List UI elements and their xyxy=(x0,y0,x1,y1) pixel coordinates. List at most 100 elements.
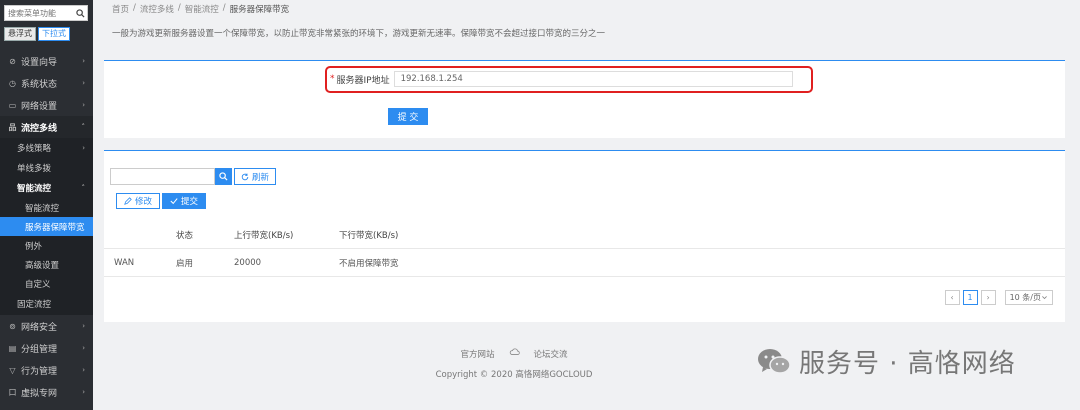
footer-link-official-site[interactable]: 官方网站 xyxy=(460,348,494,360)
sidebar-item-behavior-management[interactable]: ▽ 行为管理 › xyxy=(0,359,93,381)
chevron-up-icon: ˄ xyxy=(81,184,86,192)
chevron-right-icon: › xyxy=(82,144,85,152)
page-size-select[interactable]: 10 条/页 xyxy=(1004,290,1053,305)
chevron-right-icon: › xyxy=(82,322,85,330)
cell-status: 启用 xyxy=(176,258,194,269)
server-ip-row: * 服务器IP地址 xyxy=(330,71,793,87)
page-description: 一般为游戏更新服务器设置一个保障带宽，以防止带宽非常紧张的环境下，游戏更新无速率… xyxy=(112,29,606,39)
column-header-status: 状态 xyxy=(176,230,194,241)
bandwidth-table: 状态 上行带宽(KB/s) 下行带宽(KB/s) WAN 启用 20000 不启… xyxy=(104,221,1065,277)
form-submit-button[interactable]: 提 交 xyxy=(388,108,428,125)
sidebar-subitem-advanced[interactable]: 高级设置 xyxy=(0,255,93,274)
refresh-button[interactable]: 刷新 xyxy=(234,168,277,185)
watermark: 服务号 · 高恪网络 xyxy=(757,343,1016,380)
submit-label: 提交 xyxy=(181,197,199,207)
refresh-icon xyxy=(241,173,249,180)
mode-float-button[interactable]: 悬浮式 xyxy=(4,27,36,41)
edit-label: 修改 xyxy=(135,197,153,207)
breadcrumb-flow-control[interactable]: 流控多线 xyxy=(140,3,174,15)
page-size-value: 10 条/页 xyxy=(1009,293,1041,302)
sidebar-menu: ⊘ 设置向导 › ◷ 系统状态 › ▭ 网络设置 › 品 流控多线 ˄ 多线策略… xyxy=(0,50,93,403)
server-ip-input[interactable] xyxy=(393,71,793,87)
table-header-row: 状态 上行带宽(KB/s) 下行带宽(KB/s) xyxy=(104,221,1065,249)
pagination: ‹ 1 › 10 条/页 xyxy=(944,290,1053,305)
sidebar-item-label: 分组管理 xyxy=(21,344,58,355)
sidebar-submenu: 多线策略 › 单线多拨 智能流控 ˄ 智能流控 服务器保障带宽 例外 高级设置 … xyxy=(0,138,93,315)
page-number-current[interactable]: 1 xyxy=(962,290,978,305)
chevron-up-icon: ˄ xyxy=(81,123,86,131)
sidebar-item-network-security[interactable]: ⊚ 网络安全 › xyxy=(0,315,93,337)
search-icon[interactable] xyxy=(215,168,232,185)
table-search-input[interactable] xyxy=(110,168,215,185)
sidebar-item-network-settings[interactable]: ▭ 网络设置 › xyxy=(0,94,93,116)
sidebar-item-label: 虚拟专网 xyxy=(21,388,58,399)
cell-interface: WAN xyxy=(114,257,135,268)
breadcrumb-separator: / xyxy=(222,3,226,13)
sidebar-subitem-fixed-flow[interactable]: 固定流控 xyxy=(0,293,93,315)
sidebar-submenu-level2: 智能流控 服务器保障带宽 例外 高级设置 自定义 xyxy=(0,198,93,293)
cell-download: 不启用保障带宽 xyxy=(339,258,399,269)
filter-icon: ▽ xyxy=(9,365,16,375)
sidebar-item-label: 设置向导 xyxy=(21,57,58,68)
table-actions: 修改 提交 xyxy=(116,193,207,209)
required-mark: * xyxy=(330,74,335,84)
chevron-right-icon: › xyxy=(82,344,85,352)
sidebar-subitem-multiline-policy[interactable]: 多线策略 › xyxy=(0,138,93,158)
sidebar-subitem-smart-flow-control[interactable]: 智能流控 xyxy=(0,198,93,217)
sidebar-subitem-exceptions[interactable]: 例外 xyxy=(0,236,93,255)
sidebar-item-setup-wizard[interactable]: ⊘ 设置向导 › xyxy=(0,50,93,72)
refresh-label: 刷新 xyxy=(252,172,270,183)
sidebar-item-label: 网络安全 xyxy=(21,322,58,333)
cell-upload: 20000 xyxy=(234,257,262,268)
wechat-icon xyxy=(758,348,791,374)
sidebar-subitem-server-bandwidth[interactable]: 服务器保障带宽 xyxy=(0,217,93,236)
footer-copyright: Copyright © 2020 高恪网络GOCLOUD xyxy=(435,370,593,380)
watermark-text: 服务号 · 高恪网络 xyxy=(799,349,1016,379)
chevron-right-icon: › xyxy=(82,366,85,374)
prev-page-button[interactable]: ‹ xyxy=(944,290,960,305)
menu-search-box[interactable] xyxy=(4,5,88,21)
footer-link-forum[interactable]: 论坛交流 xyxy=(534,348,568,360)
chevron-right-icon: › xyxy=(82,57,85,65)
monitor-icon: ▭ xyxy=(8,100,17,110)
chevron-right-icon: › xyxy=(82,101,85,109)
sidebar-subitem-custom[interactable]: 自定义 xyxy=(0,274,93,293)
chevron-down-icon xyxy=(1042,296,1047,300)
group-icon: ▤ xyxy=(8,343,17,353)
sidebar-subitem-label: 智能流控 xyxy=(17,184,52,194)
server-ip-label: 服务器IP地址 xyxy=(336,75,390,86)
pencil-icon xyxy=(124,197,132,205)
sidebar-item-flow-control[interactable]: 品 流控多线 ˄ xyxy=(0,116,93,138)
sidebar-subitem-smart-flow[interactable]: 智能流控 ˄ xyxy=(0,178,93,198)
network-icon: 品 xyxy=(8,122,17,132)
column-header-upload: 上行带宽(KB/s) xyxy=(234,230,294,241)
table-toolbar: 刷新 xyxy=(110,168,277,185)
clock-icon: ◷ xyxy=(9,78,16,88)
check-icon xyxy=(170,198,178,205)
breadcrumb-home[interactable]: 首页 xyxy=(112,3,129,15)
chevron-right-icon: › xyxy=(82,79,85,87)
sidebar-item-vpn[interactable]: 口 虚拟专网 › xyxy=(0,381,93,403)
submit-button[interactable]: 提交 xyxy=(162,193,207,209)
sidebar-item-system-status[interactable]: ◷ 系统状态 › xyxy=(0,72,93,94)
mode-dropdown-button[interactable]: 下拉式 xyxy=(38,27,70,41)
bandwidth-table-card: 刷新 修改 提交 状态 上行带宽(KB/s) 下行带宽(KB/s) WAN 启用 xyxy=(104,150,1065,322)
breadcrumb-separator: / xyxy=(177,3,181,13)
footer: 官方网站 论坛交流 Copyright © 2020 高恪网络GOCLOUD xyxy=(414,348,614,380)
sidebar-item-label: 网络设置 xyxy=(21,101,58,112)
next-page-button[interactable]: › xyxy=(980,290,996,305)
column-header-download: 下行带宽(KB/s) xyxy=(339,230,399,241)
shield-icon: ⊚ xyxy=(9,321,16,331)
search-icon[interactable] xyxy=(73,6,87,20)
sidebar-subitem-single-line-multidial[interactable]: 单线多拨 xyxy=(0,158,93,178)
menu-search-input[interactable] xyxy=(5,6,73,20)
breadcrumb: 首页 / 流控多线 / 智能流控 / 服务器保障带宽 xyxy=(112,3,289,15)
compass-icon: ⊘ xyxy=(9,56,16,66)
server-ip-form-card: * 服务器IP地址 提 交 xyxy=(104,60,1065,138)
table-row[interactable]: WAN 启用 20000 不启用保障带宽 xyxy=(104,249,1065,277)
sidebar-subitem-label: 单线多拨 xyxy=(17,164,52,174)
vpn-icon: 口 xyxy=(8,387,17,397)
breadcrumb-smart-flow[interactable]: 智能流控 xyxy=(185,3,219,15)
sidebar-item-group-management[interactable]: ▤ 分组管理 › xyxy=(0,337,93,359)
edit-button[interactable]: 修改 xyxy=(116,193,161,209)
